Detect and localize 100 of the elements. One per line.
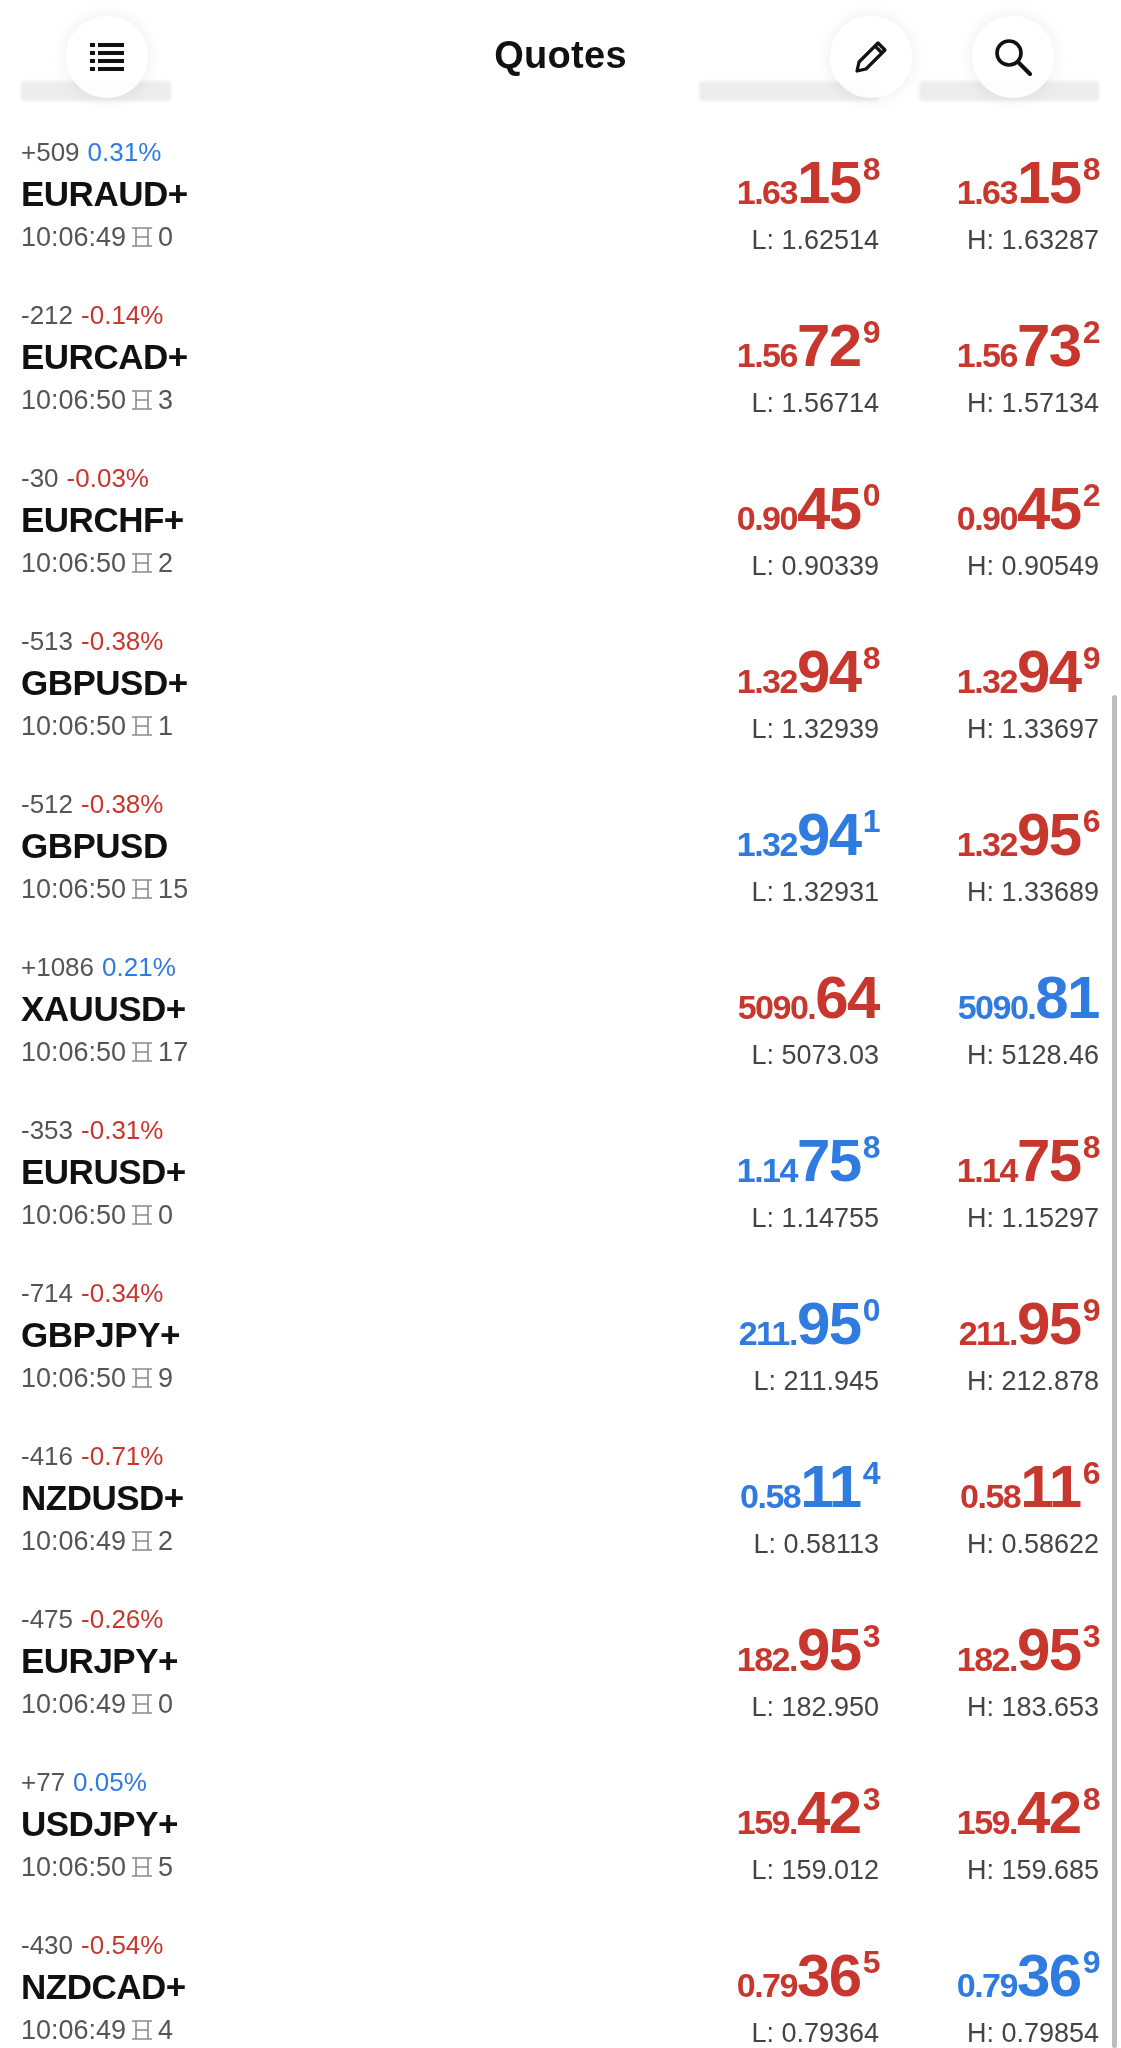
symbol-name[interactable]: NZDUSD+ bbox=[21, 1473, 669, 1523]
search-icon bbox=[992, 36, 1034, 78]
spread-icon bbox=[130, 1855, 155, 1879]
quote-time: 10:06:50 bbox=[21, 1036, 127, 1069]
price[interactable]: 5090.81 bbox=[957, 968, 1099, 1028]
change-points: -513 bbox=[21, 625, 74, 658]
change-percent: -0.54% bbox=[81, 1929, 164, 1962]
spread-value: 4 bbox=[158, 2014, 174, 2047]
spread-icon bbox=[130, 225, 155, 249]
price[interactable]: 5090.64 bbox=[737, 968, 879, 1028]
high-price: H: 212.878 bbox=[966, 1366, 1099, 1397]
quote-time: 10:06:49 bbox=[21, 1525, 127, 1558]
spread-value: 2 bbox=[158, 547, 174, 580]
spread-value: 5 bbox=[158, 1851, 174, 1884]
high-price: H: 0.58622 bbox=[966, 1529, 1099, 1560]
spread-icon bbox=[130, 551, 155, 575]
symbol-name[interactable]: USDJPY+ bbox=[21, 1799, 669, 1849]
quote-time: 10:06:50 bbox=[21, 1362, 127, 1395]
screen-title: Quotes bbox=[494, 34, 627, 77]
high-price: H: 0.90549 bbox=[966, 551, 1099, 582]
change-points: +1086 bbox=[21, 951, 95, 984]
quote-time: 10:06:49 bbox=[21, 221, 127, 254]
low-price: L: 0.79364 bbox=[751, 2018, 879, 2048]
change-percent: 0.05% bbox=[73, 1766, 147, 1799]
quote-time: 10:06:50 bbox=[21, 384, 127, 417]
change-points: -212 bbox=[21, 299, 74, 332]
change-points: -512 bbox=[21, 788, 74, 821]
high-price: H: 159.685 bbox=[966, 1855, 1099, 1886]
spread-icon bbox=[130, 1529, 155, 1553]
spread-value: 15 bbox=[158, 873, 189, 906]
symbol-name[interactable]: EURCAD+ bbox=[21, 332, 669, 382]
quote-time: 10:06:50 bbox=[21, 547, 127, 580]
low-price: L: 159.012 bbox=[751, 1855, 879, 1886]
change-percent: -0.26% bbox=[81, 1603, 164, 1636]
low-price: L: 0.90339 bbox=[751, 551, 879, 582]
spread-icon bbox=[130, 388, 155, 412]
change-points: -30 bbox=[21, 462, 59, 495]
spread-value: 0 bbox=[158, 1199, 174, 1232]
symbol-name[interactable]: NZDCAD+ bbox=[21, 1962, 669, 2012]
low-price: L: 1.14755 bbox=[751, 1203, 879, 1234]
symbol-name[interactable]: GBPUSD+ bbox=[21, 658, 669, 708]
high-price: H: 0.79854 bbox=[966, 2018, 1099, 2048]
low-price: L: 1.62514 bbox=[751, 225, 879, 256]
low-price: L: 182.950 bbox=[751, 1692, 879, 1723]
spread-icon bbox=[130, 1203, 155, 1227]
high-price: H: 183.653 bbox=[966, 1692, 1099, 1723]
symbol-name[interactable]: EURJPY+ bbox=[21, 1636, 669, 1686]
spread-value: 17 bbox=[158, 1036, 189, 1069]
symbol-name[interactable]: EURAUD+ bbox=[21, 169, 669, 219]
change-percent: -0.03% bbox=[66, 462, 149, 495]
spread-icon bbox=[130, 877, 155, 901]
spread-value: 1 bbox=[158, 710, 174, 743]
change-percent: 0.21% bbox=[102, 951, 176, 984]
symbol-name[interactable]: GBPJPY+ bbox=[21, 1310, 669, 1360]
change-points: -714 bbox=[21, 1277, 74, 1310]
low-price: L: 211.945 bbox=[753, 1366, 879, 1397]
spread-icon bbox=[130, 1692, 155, 1716]
list-icon bbox=[90, 42, 124, 72]
quote-time: 10:06:49 bbox=[21, 1688, 127, 1721]
high-price: H: 1.33689 bbox=[966, 877, 1099, 908]
change-percent: -0.14% bbox=[81, 299, 164, 332]
high-price: H: 1.63287 bbox=[966, 225, 1099, 256]
change-points: -430 bbox=[21, 1929, 74, 1962]
spread-value: 2 bbox=[158, 1525, 174, 1558]
symbol-name[interactable]: XAUUSD+ bbox=[21, 984, 669, 1034]
spread-icon bbox=[130, 714, 155, 738]
spread-value: 3 bbox=[158, 384, 174, 417]
quote-time: 10:06:50 bbox=[21, 710, 127, 743]
spread-value: 9 bbox=[158, 1362, 174, 1395]
low-price: L: 1.56714 bbox=[751, 388, 879, 419]
change-points: +509 bbox=[21, 136, 80, 169]
spread-icon bbox=[130, 1366, 155, 1390]
spread-icon bbox=[130, 2018, 155, 2042]
quote-time: 10:06:50 bbox=[21, 1851, 127, 1884]
change-percent: 0.31% bbox=[87, 136, 162, 169]
spread-value: 0 bbox=[158, 221, 174, 254]
change-points: -353 bbox=[21, 1114, 74, 1147]
change-points: +77 bbox=[21, 1766, 66, 1799]
low-price: L: 1.32939 bbox=[751, 714, 879, 745]
low-price: L: 5073.03 bbox=[751, 1040, 879, 1071]
change-points: -416 bbox=[21, 1440, 74, 1473]
symbol-name[interactable]: EURUSD+ bbox=[21, 1147, 669, 1197]
quote-time: 10:06:50 bbox=[21, 1199, 127, 1232]
change-percent: -0.31% bbox=[81, 1114, 164, 1147]
symbol-name[interactable]: GBPUSD bbox=[21, 821, 669, 871]
change-percent: -0.71% bbox=[81, 1440, 164, 1473]
low-price: L: 0.58113 bbox=[753, 1529, 879, 1560]
spread-value: 0 bbox=[158, 1688, 174, 1721]
quote-time: 10:06:49 bbox=[21, 2014, 127, 2047]
high-price: H: 1.33697 bbox=[966, 714, 1099, 745]
spread-icon bbox=[130, 1040, 155, 1064]
low-price: L: 1.32931 bbox=[751, 877, 879, 908]
quote-time: 10:06:50 bbox=[21, 873, 127, 906]
high-price: H: 1.15297 bbox=[966, 1203, 1099, 1234]
symbol-name[interactable]: EURCHF+ bbox=[21, 495, 669, 545]
high-price: H: 1.57134 bbox=[966, 388, 1099, 419]
change-points: -475 bbox=[21, 1603, 74, 1636]
change-percent: -0.38% bbox=[81, 625, 164, 658]
change-percent: -0.38% bbox=[81, 788, 164, 821]
high-price: H: 5128.46 bbox=[966, 1040, 1099, 1071]
